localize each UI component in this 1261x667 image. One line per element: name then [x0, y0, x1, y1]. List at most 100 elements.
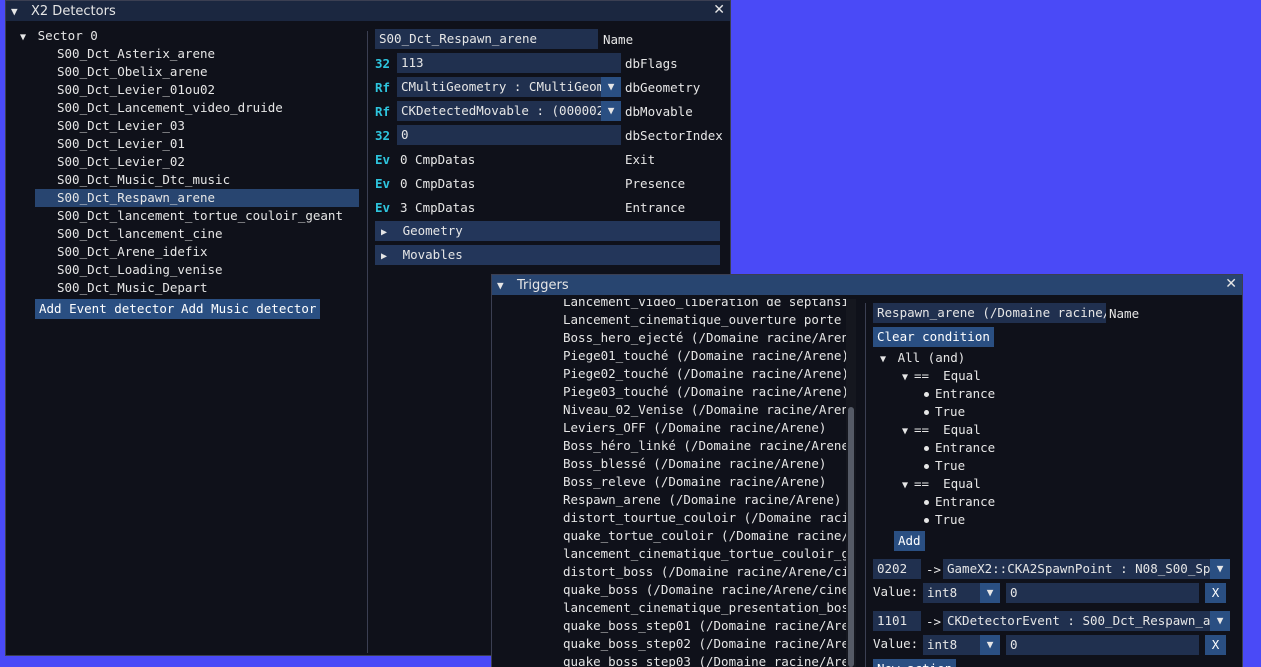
trigger-list-item[interactable]: Piege03_touché (/Domaine racine/Arene): [563, 383, 849, 401]
trigger-list-item[interactable]: lancement_cinematique_presentation_boss: [563, 599, 856, 617]
geometry-label: dbGeometry: [625, 80, 701, 95]
trigger-list-item[interactable]: Boss_releve (/Domaine racine/Arene): [563, 473, 826, 491]
action-target-select[interactable]: CKDetectorEvent : S00_Dct_Respawn_arene▼: [943, 611, 1230, 631]
trigger-list-item[interactable]: Niveau_02_Venise (/Domaine racine/Arene/: [563, 401, 856, 419]
condition-operand[interactable]: Entrance: [924, 439, 995, 457]
add-event-detector-button[interactable]: Add Event detector: [35, 299, 179, 319]
event-cmpdatas-value[interactable]: 0 CmpDatas: [400, 176, 475, 191]
panel-divider[interactable]: [367, 31, 368, 653]
condition-operand[interactable]: Entrance: [924, 493, 995, 511]
dropdown-arrow-icon[interactable]: ▼: [601, 101, 621, 121]
condition-operand[interactable]: True: [924, 511, 965, 529]
trigger-list-item[interactable]: distort_boss (/Domaine racine/Arene/cine: [563, 563, 856, 581]
trigger-list-item[interactable]: distort_tourtue_couloir (/Domaine racine: [563, 509, 856, 527]
trigger-list-item[interactable]: Boss_hero_ejecté (/Domaine racine/Arene): [563, 329, 856, 347]
event-label: Entrance: [625, 200, 686, 215]
detector-list-item[interactable]: S00_Dct_Arene_idefix: [35, 243, 359, 261]
operand-label: True: [935, 404, 966, 419]
dropdown-arrow-icon[interactable]: ▼: [1210, 611, 1230, 631]
flags-type-prefix: 32: [375, 56, 391, 71]
detector-list-item[interactable]: S00_Dct_Lancement_video_druide: [35, 99, 359, 117]
detector-list-item[interactable]: S00_Dct_lancement_cine: [35, 225, 359, 243]
bullet-icon: [924, 464, 929, 469]
detectors-window-title: X2 Detectors: [31, 3, 116, 19]
dropdown-arrow-icon[interactable]: ▼: [980, 635, 1000, 655]
dropdown-arrow-icon[interactable]: ▼: [601, 77, 621, 97]
geometry-section-label: Geometry: [402, 223, 463, 238]
panel-divider[interactable]: [865, 303, 866, 667]
trigger-list-item[interactable]: Piege02_touché (/Domaine racine/Arene): [563, 365, 849, 383]
all-and-label: All (and): [897, 350, 966, 365]
detector-list-item[interactable]: S00_Dct_Levier_01ou02: [35, 81, 359, 99]
value-label: Value:: [873, 584, 919, 599]
detector-list-item[interactable]: S00_Dct_Levier_02: [35, 153, 359, 171]
add-music-detector-button[interactable]: Add Music detector: [177, 299, 321, 319]
detector-list-item[interactable]: S00_Dct_Respawn_arene: [35, 189, 359, 207]
dropdown-arrow-icon[interactable]: ▼: [1210, 559, 1230, 579]
clear-condition-button[interactable]: Clear condition: [873, 327, 994, 347]
trigger-list-item[interactable]: Leviers_OFF (/Domaine racine/Arene): [563, 419, 826, 437]
event-cmpdatas-value[interactable]: 3 CmpDatas: [400, 200, 475, 215]
flags-input[interactable]: 113: [397, 53, 621, 73]
condition-equal-node[interactable]: ▼ == Equal: [902, 475, 981, 493]
operand-label: True: [935, 512, 966, 527]
trigger-name-input[interactable]: Respawn_arene (/Domaine racine/Arene): [873, 303, 1106, 323]
trigger-list-item[interactable]: lancement_cinematique_tortue_couloir_gea: [563, 545, 856, 563]
trigger-list-scrollbar[interactable]: [846, 299, 856, 667]
tree-node-sector[interactable]: ▼ Sector 0: [20, 27, 98, 45]
condition-all-node[interactable]: ▼ All (and): [880, 349, 965, 367]
geometry-section-header[interactable]: ▶ Geometry: [375, 221, 720, 241]
geometry-select[interactable]: CMultiGeometry : CMultiGeometry ▼: [397, 77, 621, 97]
value-type-select[interactable]: int8 ▼: [923, 583, 1000, 603]
triggers-titlebar[interactable]: ▼ Triggers ✕: [492, 275, 1242, 295]
sector-index-input[interactable]: 0: [397, 125, 621, 145]
value-input[interactable]: 0: [1006, 583, 1199, 603]
close-icon[interactable]: ✕: [1225, 276, 1237, 292]
trigger-list-item[interactable]: quake_tortue_couloir (/Domaine racine/Ar: [563, 527, 856, 545]
remove-action-button[interactable]: X: [1205, 583, 1226, 603]
trigger-list-item[interactable]: quake_boss_step02 (/Domaine racine/Arene: [563, 635, 856, 653]
dropdown-arrow-icon[interactable]: ▼: [980, 583, 1000, 603]
value-input[interactable]: 0: [1006, 635, 1199, 655]
condition-equal-node[interactable]: ▼ == Equal: [902, 367, 981, 385]
movable-label: dbMovable: [625, 104, 693, 119]
trigger-list-item[interactable]: Lancement_video_liberation de septansix: [563, 299, 856, 311]
trigger-list-item[interactable]: quake_boss_step01 (/Domaine racine/Arene: [563, 617, 856, 635]
detector-list-item[interactable]: S00_Dct_lancement_tortue_couloir_geant: [35, 207, 359, 225]
trigger-list-item[interactable]: Respawn_arene (/Domaine racine/Arene): [563, 491, 841, 509]
action-id-input[interactable]: 0202: [873, 559, 921, 579]
value-type-select[interactable]: int8 ▼: [923, 635, 1000, 655]
detector-list-item[interactable]: S00_Dct_Levier_03: [35, 117, 359, 135]
expand-arrow-icon: ▼: [902, 480, 909, 491]
detector-list-item[interactable]: S00_Dct_Loading_venise: [35, 261, 359, 279]
collapse-arrow-icon[interactable]: ▼: [497, 279, 507, 292]
detector-list-item[interactable]: S00_Dct_Obelix_arene: [35, 63, 359, 81]
detector-list-item[interactable]: S00_Dct_Music_Depart: [35, 279, 359, 297]
detectors-titlebar[interactable]: ▼ X2 Detectors ✕: [6, 1, 730, 21]
close-icon[interactable]: ✕: [713, 2, 725, 18]
action-id-input[interactable]: 1101: [873, 611, 921, 631]
trigger-list-item[interactable]: Boss_héro_linké (/Domaine racine/Arene): [563, 437, 856, 455]
detector-list-item[interactable]: S00_Dct_Levier_01: [35, 135, 359, 153]
trigger-list-item[interactable]: Boss_blessé (/Domaine racine/Arene): [563, 455, 826, 473]
condition-operand[interactable]: True: [924, 403, 965, 421]
condition-equal-node[interactable]: ▼ == Equal: [902, 421, 981, 439]
movable-select[interactable]: CKDetectedMovable : (0000025 ▼: [397, 101, 621, 121]
condition-operand[interactable]: True: [924, 457, 965, 475]
movable-select-value: CKDetectedMovable : (0000025: [397, 101, 601, 121]
trigger-list-item[interactable]: Piege01_touché (/Domaine racine/Arene): [563, 347, 849, 365]
remove-action-button[interactable]: X: [1205, 635, 1226, 655]
action-target-select[interactable]: GameX2::CKA2SpawnPoint : N08_S00_Spwn_ ▼: [943, 559, 1230, 579]
scrollbar-thumb[interactable]: [848, 407, 854, 667]
trigger-list-item[interactable]: Lancement_cinematique_ouverture porte fl: [563, 311, 856, 329]
collapse-arrow-icon[interactable]: ▼: [11, 5, 21, 18]
condition-operand[interactable]: Entrance: [924, 385, 995, 403]
event-cmpdatas-value[interactable]: 0 CmpDatas: [400, 152, 475, 167]
add-condition-button[interactable]: Add: [894, 531, 925, 551]
detector-name-input[interactable]: S00_Dct_Respawn_arene: [375, 29, 598, 49]
detector-list-item[interactable]: S00_Dct_Music_Dtc_music: [35, 171, 359, 189]
trigger-list-item[interactable]: quake_boss_step03 (/Domaine racine/Arene: [563, 653, 856, 667]
detector-list-item[interactable]: S00_Dct_Asterix_arene: [35, 45, 359, 63]
trigger-list-item[interactable]: quake_boss (/Domaine racine/Arene/cinema: [563, 581, 856, 599]
movables-section-header[interactable]: ▶ Movables: [375, 245, 720, 265]
